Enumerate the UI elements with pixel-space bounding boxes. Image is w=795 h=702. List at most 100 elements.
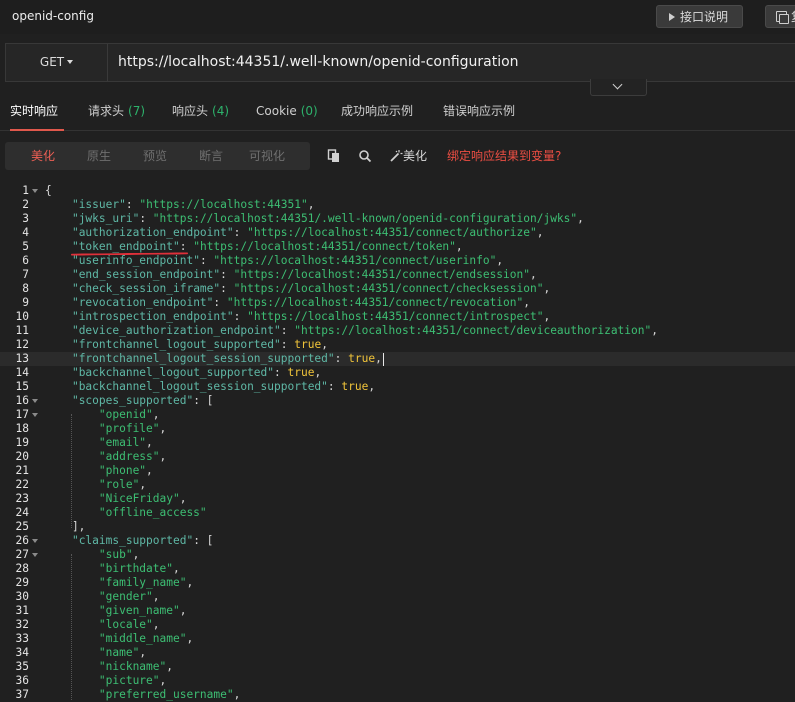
tab-response-headers[interactable]: 响应头 (4) bbox=[172, 96, 229, 129]
fold-toggle-icon[interactable] bbox=[32, 539, 38, 543]
method-select[interactable]: GET bbox=[6, 44, 108, 81]
code-line: 27 "sub", bbox=[0, 548, 795, 562]
code-text: "scopes_supported": [ bbox=[71, 394, 214, 407]
code-line: 23 "NiceFriday", bbox=[0, 492, 795, 506]
line-number: 32 bbox=[15, 618, 29, 631]
url-input[interactable]: https://localhost:44351/.well-known/open… bbox=[118, 44, 519, 81]
code-line: 4 "authorization_endpoint": "https://loc… bbox=[0, 226, 795, 240]
title-bar: openid-config 接口说明 复 bbox=[0, 0, 795, 34]
tab-count: (7) bbox=[128, 104, 146, 118]
chevron-down-icon bbox=[612, 79, 623, 90]
code-line: 1{ bbox=[0, 184, 795, 198]
search-icon[interactable] bbox=[358, 149, 372, 163]
tab-label: 错误响应示例 bbox=[443, 104, 516, 118]
line-number: 7 bbox=[22, 268, 29, 281]
tab-success-example[interactable]: 成功响应示例 bbox=[341, 96, 413, 129]
code-text: "issuer": "https://localhost:44351", bbox=[71, 198, 315, 211]
tab-request-headers[interactable]: 请求头 (7) bbox=[88, 96, 145, 129]
beautify-button[interactable]: 美化 bbox=[403, 142, 427, 170]
request-title: openid-config bbox=[12, 9, 94, 23]
code-text: "frontchannel_logout_supported": true, bbox=[71, 338, 328, 351]
code-line: 14 "backchannel_logout_supported": true, bbox=[0, 366, 795, 380]
code-line: 7 "end_session_endpoint": "https://local… bbox=[0, 268, 795, 282]
code-text: "sub", bbox=[98, 548, 140, 561]
view-preview[interactable]: 预览 bbox=[143, 142, 167, 170]
line-number: 33 bbox=[15, 632, 29, 645]
tab-cookie[interactable]: Cookie (0) bbox=[256, 96, 318, 129]
copy-button[interactable]: 复 bbox=[765, 5, 795, 28]
code-text: "claims_supported": [ bbox=[71, 534, 214, 547]
view-mode-group: 美化 原生 预览 断言 可视化 bbox=[5, 142, 310, 170]
code-line: 6 "userinfo_endpoint": "https://localhos… bbox=[0, 254, 795, 268]
tab-error-example[interactable]: 错误响应示例 bbox=[443, 96, 515, 129]
code-line: 29 "family_name", bbox=[0, 576, 795, 590]
code-text: "device_authorization_endpoint": "https:… bbox=[71, 324, 658, 337]
view-assert[interactable]: 断言 bbox=[199, 142, 223, 170]
code-line: 31 "given_name", bbox=[0, 604, 795, 618]
code-line: 33 "middle_name", bbox=[0, 632, 795, 646]
fold-toggle-icon[interactable] bbox=[32, 189, 38, 193]
api-doc-label: 接口说明 bbox=[680, 9, 729, 24]
line-number: 22 bbox=[15, 478, 29, 491]
code-text: "authorization_endpoint": "https://local… bbox=[71, 226, 544, 239]
tab-label: 请求头 bbox=[88, 104, 125, 118]
code-line: 36 "picture", bbox=[0, 674, 795, 688]
tab-label: 成功响应示例 bbox=[341, 104, 414, 118]
view-raw[interactable]: 原生 bbox=[87, 142, 111, 170]
bind-to-variable-link[interactable]: 绑定响应结果到变量? bbox=[447, 142, 561, 170]
code-text: "userinfo_endpoint": "https://localhost:… bbox=[71, 254, 504, 267]
code-line: 11 "device_authorization_endpoint": "htt… bbox=[0, 324, 795, 338]
code-text: "middle_name", bbox=[98, 632, 194, 645]
view-visualize[interactable]: 可视化 bbox=[249, 142, 285, 170]
code-text: "end_session_endpoint": "https://localho… bbox=[71, 268, 537, 281]
code-text: "check_session_iframe": "https://localho… bbox=[71, 282, 551, 295]
tab-label: 实时响应 bbox=[10, 104, 59, 118]
copy-icon bbox=[776, 11, 789, 24]
line-number: 6 bbox=[22, 254, 29, 267]
line-number: 27 bbox=[15, 548, 29, 561]
line-number: 34 bbox=[15, 646, 29, 659]
line-number: 18 bbox=[15, 422, 29, 435]
tab-label: 响应头 bbox=[172, 104, 209, 118]
line-number: 30 bbox=[15, 590, 29, 603]
code-text: "frontchannel_logout_session_supported":… bbox=[71, 352, 384, 366]
line-number: 13 bbox=[15, 352, 29, 365]
code-line: 26 "claims_supported": [ bbox=[0, 534, 795, 548]
code-line: 16 "scopes_supported": [ bbox=[0, 394, 795, 408]
api-doc-button[interactable]: 接口说明 bbox=[656, 5, 743, 28]
code-line: 20 "address", bbox=[0, 450, 795, 464]
line-number: 24 bbox=[15, 506, 29, 519]
tab-count: (4) bbox=[212, 104, 230, 118]
line-number: 23 bbox=[15, 492, 29, 505]
code-text: "profile", bbox=[98, 422, 167, 435]
response-code-view[interactable]: 1{2 "issuer": "https://localhost:44351",… bbox=[0, 184, 795, 701]
fold-toggle-icon[interactable] bbox=[32, 399, 38, 403]
magic-wand-icon[interactable] bbox=[389, 149, 403, 163]
line-number: 1 bbox=[22, 184, 29, 197]
line-number: 17 bbox=[15, 408, 29, 421]
line-number: 25 bbox=[15, 520, 29, 533]
code-line: 24 "offline_access" bbox=[0, 506, 795, 520]
code-text: "nickname", bbox=[98, 660, 173, 673]
code-text: "email", bbox=[98, 436, 153, 449]
text-cursor bbox=[382, 352, 384, 366]
line-number: 26 bbox=[15, 534, 29, 547]
code-text: "offline_access" bbox=[98, 506, 207, 519]
collapse-toggle[interactable] bbox=[590, 79, 647, 96]
line-number: 29 bbox=[15, 576, 29, 589]
line-number: 12 bbox=[15, 338, 29, 351]
fold-toggle-icon[interactable] bbox=[32, 553, 38, 557]
code-line: 3 "jwks_uri": "https://localhost:44351/.… bbox=[0, 212, 795, 226]
tab-count: (0) bbox=[300, 104, 318, 118]
tab-realtime-response[interactable]: 实时响应 bbox=[10, 96, 64, 131]
line-number: 28 bbox=[15, 562, 29, 575]
fold-toggle-icon[interactable] bbox=[32, 413, 38, 417]
code-text: { bbox=[45, 184, 52, 197]
code-text: "jwks_uri": "https://localhost:44351/.we… bbox=[71, 212, 584, 225]
line-number: 19 bbox=[15, 436, 29, 449]
clipboard-copy-icon[interactable] bbox=[327, 149, 341, 163]
code-line: 19 "email", bbox=[0, 436, 795, 450]
view-pretty[interactable]: 美化 bbox=[31, 142, 55, 170]
code-line: 17 "openid", bbox=[0, 408, 795, 422]
code-line: 13 "frontchannel_logout_session_supporte… bbox=[0, 352, 795, 366]
